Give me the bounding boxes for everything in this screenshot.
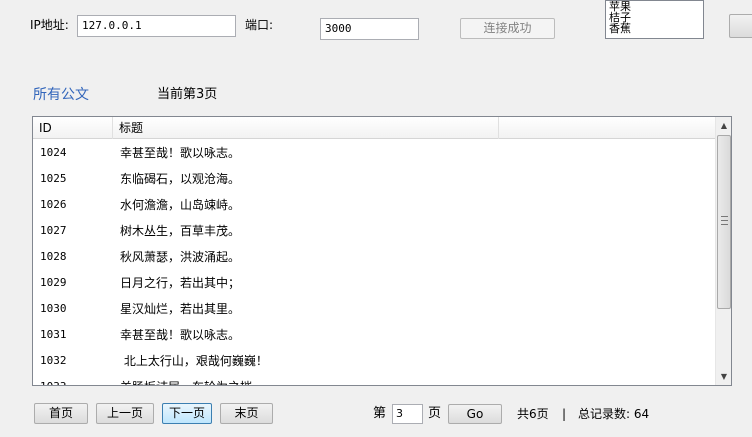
ip-address-input[interactable]: 127.0.0.1 — [77, 15, 236, 37]
last-page-button[interactable]: 末页 — [220, 403, 273, 424]
goto-suffix-label: 页 — [428, 406, 442, 421]
row-id: 1030 — [40, 302, 67, 315]
column-header-title[interactable]: 标题 — [113, 117, 499, 139]
table-row[interactable]: 1024 幸甚至哉！歌以咏志。 — [33, 140, 715, 166]
go-button[interactable]: Go — [448, 404, 502, 424]
row-title: 东临碣石，以观沧海。 — [120, 172, 241, 186]
row-id: 1024 — [40, 146, 67, 159]
connect-button[interactable]: 连接成功 — [460, 18, 555, 39]
prev-page-button[interactable]: 上一页 — [96, 403, 154, 424]
current-page-label: 当前第3页 — [157, 87, 218, 102]
grid-rows: 1024 幸甚至哉！歌以咏志。 1025 东临碣石，以观沧海。 1026 水何澹… — [33, 140, 715, 385]
table-row[interactable]: 1027 树木丛生，百草丰茂。 — [33, 218, 715, 244]
total-records-label: 总记录数: 64 — [578, 407, 650, 421]
grid-vertical-scrollbar[interactable]: ▲ ▼ — [715, 117, 731, 385]
table-row[interactable]: 1032 北上太行山，艰哉何巍巍！ — [33, 348, 715, 374]
grip-icon — [721, 216, 728, 225]
scroll-up-arrow-icon[interactable]: ▲ — [716, 117, 731, 134]
row-title: 幸甚至哉！歌以咏志。 — [120, 328, 241, 342]
ip-label: IP地址: — [30, 18, 69, 32]
document-grid[interactable]: ID 标题 1024 幸甚至哉！歌以咏志。 1025 东临碣石，以观沧海。 10… — [32, 116, 732, 386]
fruit-list-item[interactable]: 香蕉 — [609, 23, 700, 34]
row-id: 1028 — [40, 250, 67, 263]
row-title: 幸甚至哉！歌以咏志。 — [120, 146, 241, 160]
row-title: 星汉灿烂，若出其里。 — [120, 302, 241, 316]
next-page-button[interactable]: 下一页 — [162, 403, 212, 424]
scroll-down-arrow-icon[interactable]: ▼ — [716, 368, 731, 385]
column-header-id[interactable]: ID — [33, 117, 113, 139]
fruit-listbox[interactable]: 苹果 桔子 香蕉 — [605, 0, 704, 39]
table-row[interactable]: 1030 星汉灿烂，若出其里。 — [33, 296, 715, 322]
table-row[interactable]: 1028 秋风萧瑟，洪波涌起。 — [33, 244, 715, 270]
port-label: 端口: — [245, 18, 274, 32]
table-row[interactable]: 1029 日月之行，若出其中； — [33, 270, 715, 296]
total-pages-label: 共6页 — [517, 407, 549, 421]
row-id: 1033 — [40, 374, 110, 385]
scrollbar-thumb[interactable] — [717, 135, 731, 309]
pager-separator: | — [562, 407, 567, 421]
table-row[interactable]: 1025 东临碣石，以观沧海。 — [33, 166, 715, 192]
row-title: 北上太行山，艰哉何巍巍！ — [120, 354, 268, 368]
first-page-button[interactable]: 首页 — [34, 403, 88, 424]
table-row[interactable]: 1033 羊肠坂诘屈，车轮为之摧。 — [33, 374, 715, 385]
row-title: 秋风萧瑟，洪波涌起。 — [120, 250, 241, 264]
column-header-filler — [499, 117, 715, 139]
grid-header: ID 标题 — [33, 117, 715, 139]
table-row[interactable]: 1026 水何澹澹，山岛竦峙。 — [33, 192, 715, 218]
row-id: 1025 — [40, 172, 67, 185]
truncated-button[interactable] — [729, 14, 752, 38]
goto-page-input[interactable]: 3 — [392, 404, 423, 424]
row-title: 树木丛生，百草丰茂。 — [120, 224, 241, 238]
row-title: 羊肠坂诘屈，车轮为之摧。 — [119, 374, 499, 385]
row-title: 日月之行，若出其中； — [120, 276, 241, 290]
row-id: 1026 — [40, 198, 67, 211]
row-title: 水何澹澹，山岛竦峙。 — [120, 198, 241, 212]
port-input[interactable]: 3000 — [320, 18, 419, 40]
row-id: 1027 — [40, 224, 67, 237]
all-documents-link[interactable]: 所有公文 — [33, 86, 89, 104]
table-row[interactable]: 1031 幸甚至哉！歌以咏志。 — [33, 322, 715, 348]
row-id: 1031 — [40, 328, 67, 341]
row-id: 1032 — [40, 354, 67, 367]
row-id: 1029 — [40, 276, 67, 289]
goto-prefix-label: 第 — [373, 406, 387, 421]
